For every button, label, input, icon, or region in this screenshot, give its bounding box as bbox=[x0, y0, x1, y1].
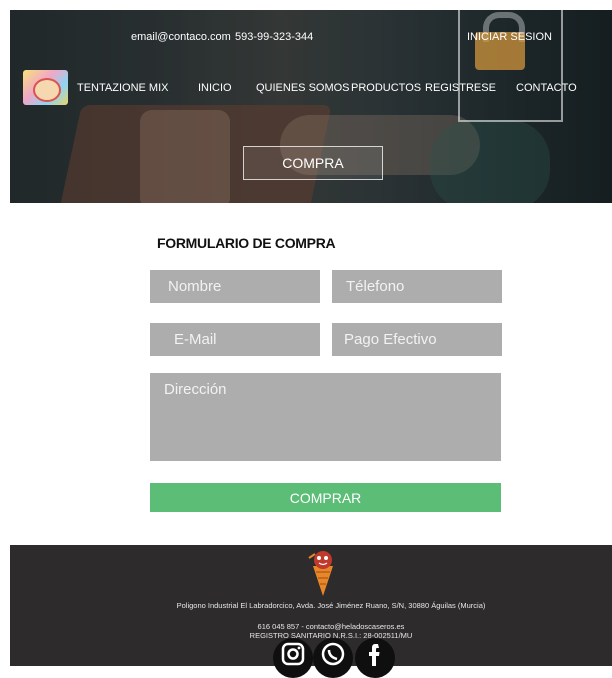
compra-button[interactable]: COMPRA bbox=[243, 146, 383, 180]
nav-item-registrese[interactable]: REGISTRESE bbox=[425, 82, 496, 94]
brand-logo[interactable] bbox=[23, 70, 68, 105]
footer-contact: 616 045 857 - contacto@heladoscaseros.es bbox=[257, 622, 405, 631]
ice-cream-cone-mascot-icon bbox=[305, 548, 341, 598]
login-link[interactable]: INICIAR SESION bbox=[467, 31, 552, 43]
email-input[interactable]: E-Mail bbox=[150, 323, 320, 356]
direccion-textarea[interactable]: Dirección bbox=[150, 373, 501, 461]
payment-select[interactable]: Pago Efectivo bbox=[332, 323, 502, 356]
brand-name[interactable]: TENTAZIONE MIX bbox=[77, 82, 168, 94]
comprar-button[interactable]: COMPRAR bbox=[150, 483, 501, 512]
contact-email[interactable]: email@contaco.com bbox=[131, 31, 231, 43]
whatsapp-icon[interactable] bbox=[313, 638, 353, 678]
contact-phone[interactable]: 593-99-323-344 bbox=[235, 31, 313, 43]
nav-item-quienes-somos[interactable]: QUIENES SOMOS bbox=[256, 82, 350, 94]
ice-cream-logo-icon bbox=[33, 78, 61, 102]
footer-address: Poligono Industrial El Labradorcico, Avd… bbox=[176, 601, 486, 610]
facebook-icon[interactable] bbox=[355, 638, 395, 678]
telefono-input[interactable]: Télefono bbox=[332, 270, 502, 303]
nav-item-productos[interactable]: PRODUCTOS bbox=[351, 82, 421, 94]
nav-item-contacto[interactable]: CONTACTO bbox=[516, 82, 577, 94]
nombre-input[interactable]: Nombre bbox=[150, 270, 320, 303]
instagram-icon[interactable] bbox=[273, 638, 313, 678]
nav-item-inicio[interactable]: INICIO bbox=[198, 82, 232, 94]
form-title: FORMULARIO DE COMPRA bbox=[157, 235, 336, 251]
